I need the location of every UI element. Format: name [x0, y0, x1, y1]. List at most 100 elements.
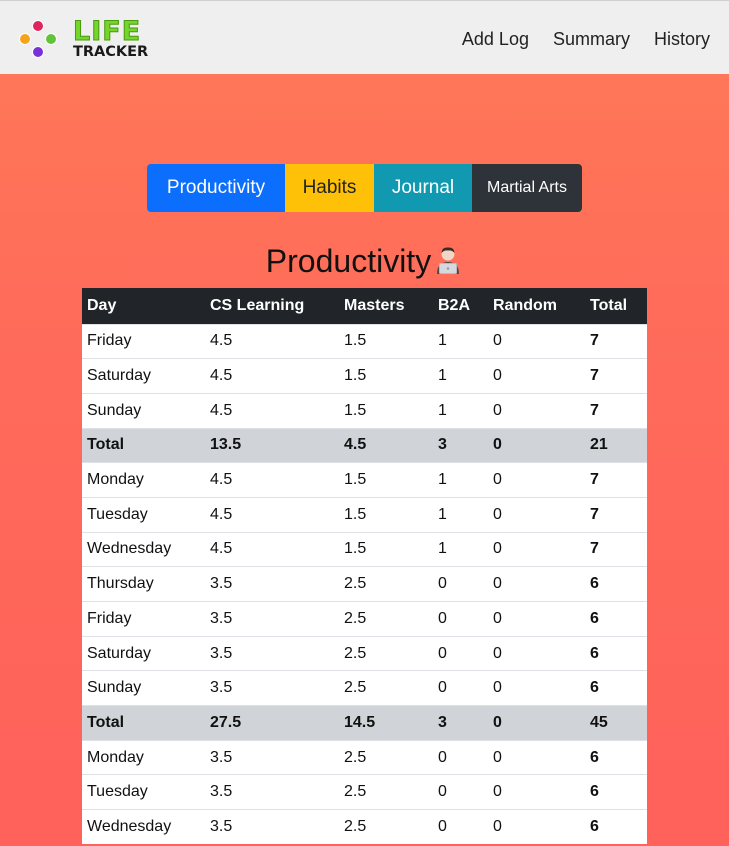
cell-day: Friday	[82, 601, 205, 637]
table-body: Friday 4.5 1.5 1 0 7 Saturday 4.5 1.5 1 0 7 Sunday 4.…	[82, 323, 647, 845]
table-header-row: Day CS Learning Masters B2A Random Total	[82, 288, 647, 324]
cell-masters: 2.5	[339, 601, 433, 637]
cell-day: Friday	[82, 323, 205, 359]
tab-productivity[interactable]: Productivity	[147, 164, 285, 212]
cell-b2a: 1	[433, 462, 488, 498]
nav-add-log[interactable]: Add Log	[462, 29, 529, 50]
cell-b2a: 1	[433, 358, 488, 394]
cell-day: Thursday	[82, 566, 205, 602]
cell-random: 0	[488, 774, 585, 810]
cell-total: 7	[585, 358, 647, 394]
cell-masters: 1.5	[339, 358, 433, 394]
cell-b2a: 0	[433, 809, 488, 845]
cell-day: Monday	[82, 462, 205, 498]
cell-total: 7	[585, 392, 647, 429]
app-logo[interactable]: LIFE TRACKER	[16, 18, 166, 62]
cell-b2a: 1	[433, 392, 488, 429]
col-random: Random	[488, 288, 585, 324]
cell-total: 6	[585, 635, 647, 671]
nav-summary[interactable]: Summary	[553, 29, 630, 50]
cell-cs-learning: 27.5	[205, 705, 339, 741]
category-tabs: Productivity Habits Journal Martial Arts	[147, 164, 582, 212]
cell-day: Tuesday	[82, 496, 205, 533]
cell-random: 0	[488, 635, 585, 671]
navbar: LIFE TRACKER Add Log Summary History	[0, 0, 729, 74]
table-total-row: Total 13.5 4.5 3 0 21	[82, 427, 647, 463]
table-row: Wednesday 3.5 2.5 0 0 6	[82, 809, 647, 845]
tab-habits[interactable]: Habits	[285, 164, 374, 212]
cell-cs-learning: 4.5	[205, 531, 339, 567]
cell-cs-learning: 3.5	[205, 739, 339, 775]
cell-random: 0	[488, 566, 585, 602]
cell-masters: 1.5	[339, 462, 433, 498]
cell-cs-learning: 4.5	[205, 392, 339, 429]
logo-line1: LIFE	[72, 16, 142, 47]
cell-b2a: 0	[433, 739, 488, 775]
person-laptop-icon	[437, 247, 460, 274]
cell-cs-learning: 13.5	[205, 427, 339, 463]
cell-b2a: 1	[433, 531, 488, 567]
tab-martial-arts[interactable]: Martial Arts	[472, 164, 582, 212]
cell-cs-learning: 3.5	[205, 670, 339, 706]
table-row: Sunday 4.5 1.5 1 0 7	[82, 392, 647, 429]
cell-total: 7	[585, 462, 647, 498]
cell-b2a: 1	[433, 323, 488, 359]
cell-total: 6	[585, 774, 647, 810]
cell-random: 0	[488, 670, 585, 706]
col-masters: Masters	[339, 288, 433, 324]
cell-random: 0	[488, 809, 585, 845]
cell-b2a: 0	[433, 774, 488, 810]
cell-cs-learning: 3.5	[205, 635, 339, 671]
cell-day: Monday	[82, 739, 205, 775]
cell-masters: 1.5	[339, 323, 433, 359]
cell-cs-learning: 4.5	[205, 462, 339, 498]
cell-cs-learning: 4.5	[205, 496, 339, 533]
cell-masters: 2.5	[339, 774, 433, 810]
cell-b2a: 1	[433, 496, 488, 533]
cell-masters: 2.5	[339, 809, 433, 845]
table-row: Wednesday 4.5 1.5 1 0 7	[82, 531, 647, 567]
cell-day: Saturday	[82, 635, 205, 671]
cell-total: 21	[585, 427, 647, 463]
cell-total: 45	[585, 705, 647, 741]
table-row: Saturday 4.5 1.5 1 0 7	[82, 358, 647, 394]
cell-masters: 2.5	[339, 635, 433, 671]
cell-masters: 2.5	[339, 739, 433, 775]
cell-total: 7	[585, 531, 647, 567]
cell-day: Sunday	[82, 392, 205, 429]
tab-journal[interactable]: Journal	[374, 164, 472, 212]
col-b2a: B2A	[433, 288, 488, 324]
nav-links: Add Log Summary History	[462, 29, 710, 50]
cell-cs-learning: 3.5	[205, 601, 339, 637]
cell-masters: 1.5	[339, 496, 433, 533]
cell-b2a: 0	[433, 635, 488, 671]
nav-history[interactable]: History	[654, 29, 710, 50]
cell-day: Total	[82, 427, 205, 463]
table-row: Saturday 3.5 2.5 0 0 6	[82, 635, 647, 671]
table-row: Sunday 3.5 2.5 0 0 6	[82, 670, 647, 706]
cell-total: 6	[585, 809, 647, 845]
cell-random: 0	[488, 739, 585, 775]
cell-cs-learning: 3.5	[205, 809, 339, 845]
cell-random: 0	[488, 323, 585, 359]
cell-masters: 1.5	[339, 392, 433, 429]
logo-line2: TRACKER	[73, 44, 149, 60]
logo-wordmark: LIFE TRACKER	[72, 16, 149, 60]
cell-random: 0	[488, 358, 585, 394]
cell-cs-learning: 4.5	[205, 358, 339, 394]
cell-day: Tuesday	[82, 774, 205, 810]
table-row: Monday 4.5 1.5 1 0 7	[82, 462, 647, 498]
cell-random: 0	[488, 531, 585, 567]
cell-masters: 4.5	[339, 427, 433, 463]
cell-random: 0	[488, 496, 585, 533]
table-row: Monday 3.5 2.5 0 0 6	[82, 739, 647, 775]
logo-dots-icon	[16, 18, 60, 62]
col-total: Total	[585, 288, 647, 324]
productivity-table: Day CS Learning Masters B2A Random Total…	[82, 288, 647, 845]
cell-b2a: 0	[433, 670, 488, 706]
cell-masters: 14.5	[339, 705, 433, 741]
cell-b2a: 3	[433, 705, 488, 741]
cell-total: 7	[585, 323, 647, 359]
cell-cs-learning: 3.5	[205, 774, 339, 810]
cell-masters: 2.5	[339, 566, 433, 602]
